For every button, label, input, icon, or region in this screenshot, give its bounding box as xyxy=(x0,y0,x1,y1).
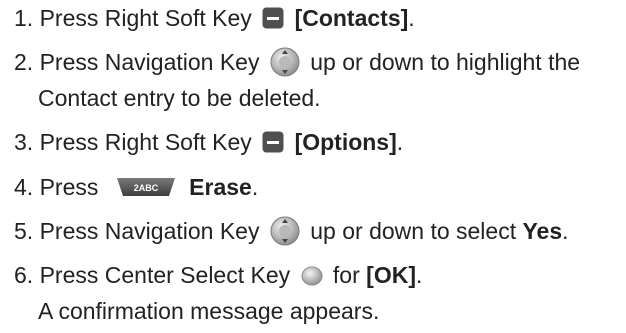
step-number: 2. xyxy=(14,49,34,75)
step-text: Press Right Soft Key xyxy=(39,5,252,31)
step-text: Press Navigation Key xyxy=(39,218,260,244)
step-number: 3. xyxy=(14,129,34,155)
step-number: 5. xyxy=(14,218,34,244)
step-key-label: [Contacts] xyxy=(294,5,409,31)
step-text-after: up or down to highlight the xyxy=(310,49,581,75)
2abc-key-icon: 2ABC xyxy=(116,177,175,196)
step-key-label: Erase xyxy=(189,174,252,200)
right-soft-key-icon xyxy=(262,7,284,29)
step-2: 2. Press Navigation Key up or down to hi… xyxy=(14,44,580,116)
step-text-after: up or down to select xyxy=(310,218,517,244)
navigation-key-icon xyxy=(270,47,300,77)
step-punct: . xyxy=(415,262,423,288)
center-select-key-icon xyxy=(301,266,323,286)
right-soft-key-icon xyxy=(262,131,284,153)
step-text: Press xyxy=(39,174,99,200)
step-text: Press Right Soft Key xyxy=(39,129,252,155)
step-number: 4. xyxy=(14,174,34,200)
step-6: 6. Press Center Select Key for [OK]. A c… xyxy=(14,257,422,329)
step-text: Press Navigation Key xyxy=(39,49,260,75)
step-key-label: Yes xyxy=(522,218,563,244)
step-continuation: A confirmation message appears. xyxy=(38,298,380,324)
navigation-key-icon xyxy=(270,216,300,246)
step-continuation: Contact entry to be deleted. xyxy=(38,85,321,111)
step-punct: . xyxy=(251,174,259,200)
step-text: Press Center Select Key xyxy=(39,262,291,288)
step-1: 1. Press Right Soft Key [Contacts]. xyxy=(14,0,415,36)
step-5: 5. Press Navigation Key up or down to se… xyxy=(14,213,569,249)
step-key-label: [OK] xyxy=(366,262,416,288)
instruction-steps: 1. Press Right Soft Key [Contacts]. 2. P… xyxy=(0,0,626,333)
step-punct: . xyxy=(408,5,415,31)
step-punct: . xyxy=(396,129,404,155)
step-key-label: [Options] xyxy=(294,129,397,155)
step-number: 6. xyxy=(14,262,34,288)
step-4: 4. Press 2ABC Erase. xyxy=(14,169,258,205)
step-number: 1. xyxy=(14,5,34,31)
step-punct: . xyxy=(562,218,569,244)
step-text-mid: for xyxy=(332,262,360,288)
step-3: 3. Press Right Soft Key [Options]. xyxy=(14,124,403,160)
key-label: 2ABC xyxy=(134,183,159,193)
